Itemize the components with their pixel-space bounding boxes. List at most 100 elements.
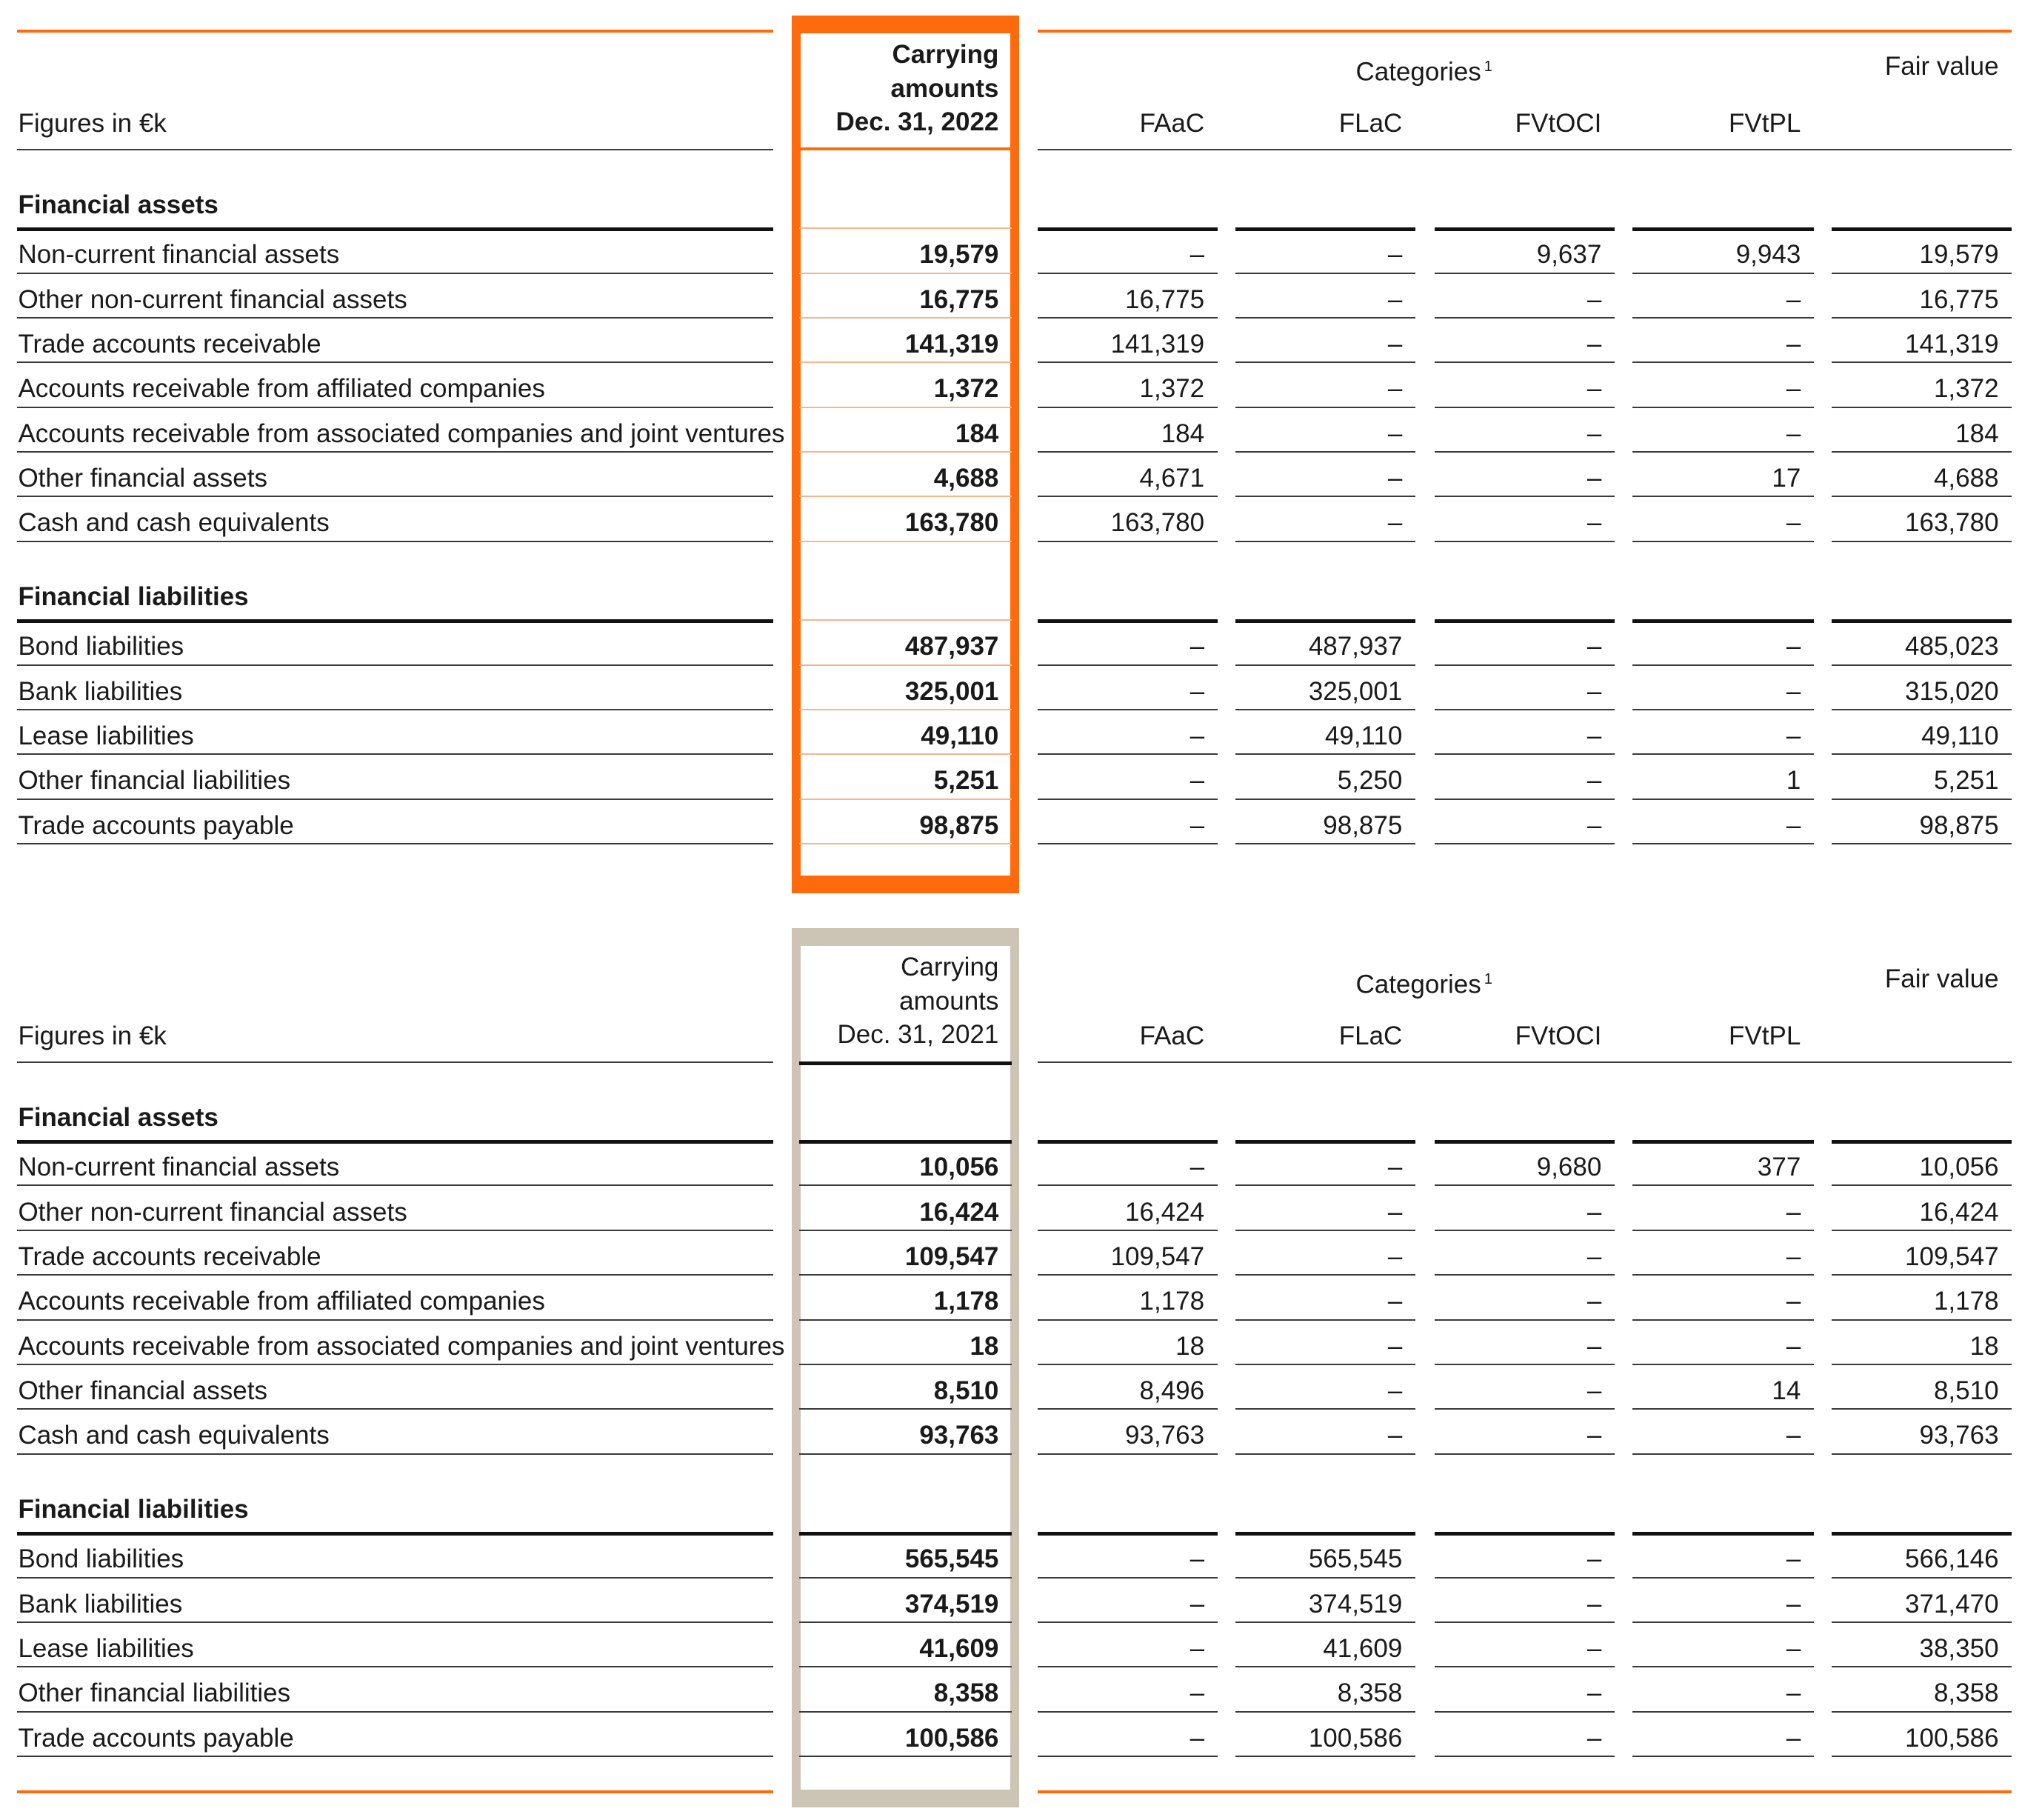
row-rule-fvtoci (1435, 1666, 1615, 1668)
row-rule-fair-value (1832, 361, 2012, 364)
cell-fair-value: 1,372 (1933, 374, 1999, 404)
row-rule-flac (1235, 1453, 1415, 1455)
row-rule-faac (1037, 1756, 1218, 1758)
cell-flac: – (1387, 1153, 1403, 1182)
carrying-amount: 109,547 (904, 1241, 999, 1271)
row-rule-label (16, 272, 774, 274)
row-rule-carrying (799, 1274, 1012, 1276)
cell-fair-value: 16,424 (1919, 1197, 1999, 1227)
row-rule-faac (1037, 1710, 1218, 1713)
row-rule-faac (1037, 272, 1218, 274)
row-label: Trade accounts payable (18, 1723, 294, 1753)
row-rule-fair-value (1832, 843, 2012, 845)
row-rule-label (16, 798, 774, 800)
row-rule-fair-value (1832, 1453, 2012, 1455)
cell-faac: 16,424 (1125, 1197, 1205, 1227)
carrying-amount: 325,001 (904, 676, 999, 706)
row-rule-faac (1037, 406, 1218, 408)
section-title: Financial assets (18, 1102, 218, 1132)
row-rule-label (16, 1274, 774, 1276)
cell-faac: – (1189, 676, 1205, 706)
row-rule-flac (1235, 316, 1415, 319)
row-rule-carrying (799, 1756, 1012, 1758)
cell-fvtpl: – (1786, 1287, 1801, 1316)
row-rule-carrying (799, 1666, 1012, 1668)
row-rule-faac (1037, 1364, 1218, 1365)
row-label: Accounts receivable from affiliated comp… (18, 1287, 545, 1316)
cell-fair-value: 10,056 (1919, 1153, 1999, 1182)
row-rule-fvtpl (1632, 1621, 1814, 1623)
row-rule-fair-value (1832, 1319, 2012, 1321)
row-rule-flac (1235, 1710, 1415, 1713)
row-rule-fair-value (1832, 1621, 2012, 1623)
carrying-amount: 49,110 (921, 721, 999, 750)
categories-footnote-marker: 1 (1484, 971, 1492, 988)
row-rule-fvtpl (1632, 316, 1814, 319)
carrying-amount: 487,937 (904, 632, 999, 661)
top-rule-left (16, 30, 774, 33)
row-label: Other financial assets (18, 1376, 267, 1405)
cell-fvtoci: – (1586, 1421, 1602, 1450)
carrying-amount: 41,609 (919, 1633, 999, 1663)
row-rule-label (16, 1453, 774, 1455)
cell-flac: – (1387, 1241, 1403, 1271)
row-rule-faac (1037, 1184, 1218, 1187)
row-rule-flac (1235, 1756, 1415, 1758)
row-rule-fvtpl (1632, 1319, 1814, 1321)
categories-header: Categories 1 (1355, 57, 1492, 87)
cell-faac: 163,780 (1110, 508, 1205, 538)
section-rule-faac (1037, 227, 1218, 232)
cell-fvtoci: – (1586, 419, 1602, 448)
section-rule-label (16, 1532, 774, 1536)
row-rule-flac (1235, 1408, 1415, 1410)
carrying-header-date: Dec. 31, 2021 (837, 1020, 999, 1050)
cell-fair-value: 100,586 (1905, 1723, 1999, 1753)
categories-header: Categories 1 (1355, 970, 1492, 999)
row-rule-carrying (799, 1229, 1012, 1231)
cell-flac: – (1387, 508, 1403, 538)
cell-fvtpl: 17 (1772, 464, 1801, 493)
row-rule-flac (1235, 451, 1415, 453)
cell-faac: 109,547 (1110, 1241, 1205, 1271)
section-rule-flac (1235, 227, 1415, 232)
carrying-header-line2: amounts (899, 986, 999, 1016)
header-rule-right (1037, 1061, 2012, 1063)
cell-fair-value: 184 (1955, 419, 1999, 448)
cell-faac: – (1189, 1589, 1205, 1619)
row-rule-carrying (799, 361, 1012, 364)
cell-fair-value: 19,579 (1919, 240, 1999, 270)
row-rule-fvtpl (1632, 1710, 1814, 1713)
header-rule-left (16, 1061, 774, 1063)
carrying-amount: 19,579 (919, 240, 999, 270)
section-rule-label (16, 619, 774, 624)
row-label: Bank liabilities (18, 676, 183, 706)
carrying-amount: 8,358 (933, 1679, 999, 1708)
row-rule-fair-value (1832, 753, 2012, 756)
row-rule-label (16, 753, 774, 756)
carrying-amount: 16,424 (919, 1197, 999, 1227)
row-rule-flac (1235, 1319, 1415, 1321)
section-rule-carrying (799, 227, 1012, 230)
section-rule-flac (1235, 619, 1415, 624)
column-header-faac: FAaC (1139, 1021, 1205, 1050)
row-rule-fvtpl (1632, 798, 1814, 800)
cell-flac: – (1387, 419, 1403, 448)
carrying-header-line1: Carrying (892, 40, 999, 70)
row-rule-fvtoci (1435, 1184, 1615, 1187)
cell-fair-value: 16,775 (1919, 284, 1999, 314)
row-label: Other financial assets (18, 464, 267, 493)
row-rule-carrying (799, 451, 1012, 453)
cell-fvtoci: – (1586, 1633, 1602, 1663)
row-rule-label (16, 1408, 774, 1410)
cell-fvtpl: – (1786, 676, 1801, 706)
cell-fvtpl: – (1786, 721, 1801, 750)
row-rule-fvtoci (1435, 1756, 1615, 1758)
column-header-flac: FLaC (1338, 108, 1403, 138)
cell-faac: 8,496 (1139, 1376, 1205, 1405)
row-rule-flac (1235, 708, 1415, 710)
row-rule-faac (1037, 1621, 1218, 1623)
section-rule-fair_value (1832, 1532, 2012, 1536)
row-rule-fvtpl (1632, 1408, 1814, 1410)
row-rule-faac (1037, 708, 1218, 710)
row-rule-label (16, 1184, 774, 1187)
